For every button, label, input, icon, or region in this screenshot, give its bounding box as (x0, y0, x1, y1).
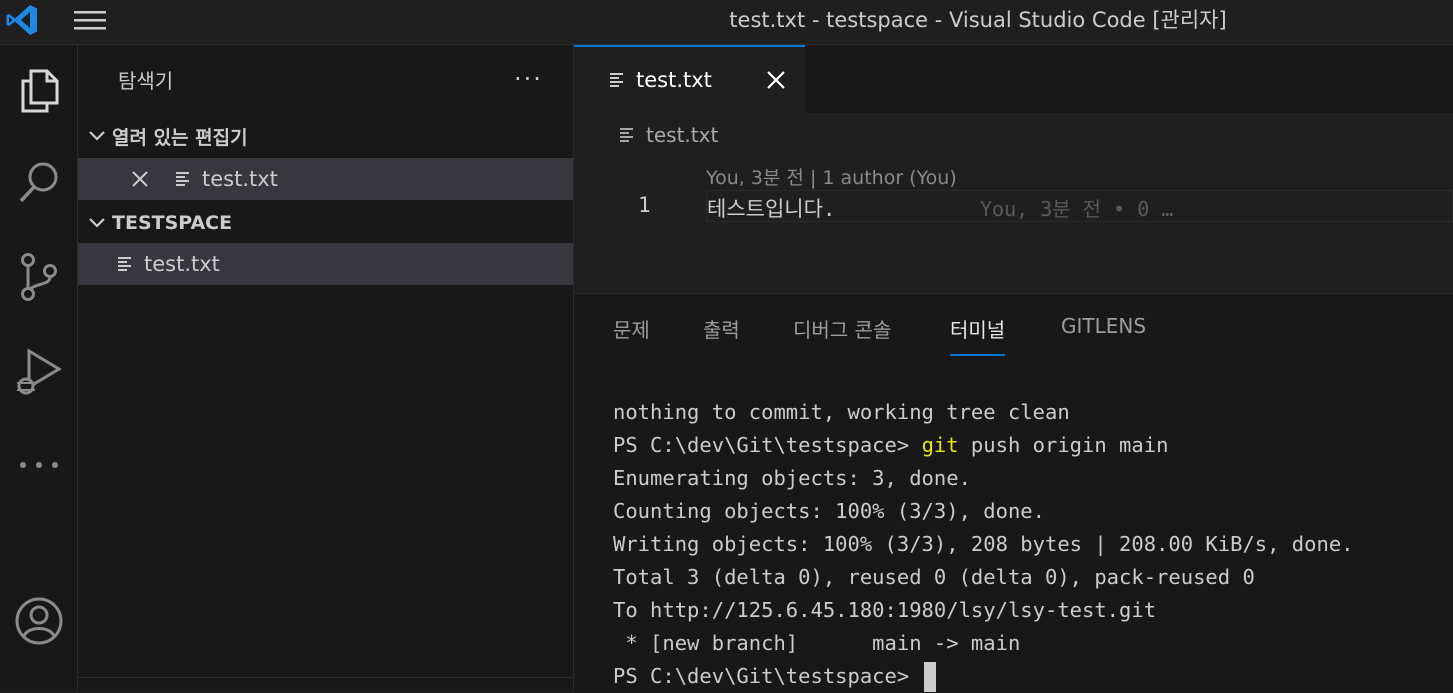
text-file-icon (118, 257, 131, 271)
run-debug-icon (16, 348, 62, 395)
tab-terminal[interactable]: 터미널 (950, 314, 1006, 356)
tab-label: test.txt (636, 68, 712, 92)
section-open-editors-label: 열려 있는 편집기 (112, 126, 248, 149)
source-control-icon (20, 253, 57, 301)
sidebar-divider (78, 677, 573, 678)
section-workspace[interactable]: TESTSPACE (78, 205, 573, 241)
chevron-down-icon (82, 205, 112, 241)
gitlens-codelens[interactable]: You, 3분 전 | 1 author (You) (706, 163, 957, 190)
terminal-cursor (923, 662, 936, 692)
bottom-panel: 문제 출력 디버그 콘솔 터미널 GITLENS nothing to comm… (574, 293, 1453, 692)
editor-group: test.txt test.txt You, 3분 전 | 1 author (… (574, 45, 1453, 293)
vscode-logo-icon (6, 5, 37, 35)
inline-blame: You, 3분 전 • 0 … (980, 197, 1174, 221)
activity-bar (0, 45, 78, 691)
activity-more[interactable] (0, 425, 77, 505)
chevron-down-icon (82, 118, 112, 154)
search-icon (19, 162, 57, 203)
tab-problems[interactable]: 문제 (613, 314, 650, 354)
terminal-input-line[interactable]: PS C:\dev\Git\testspace> (613, 660, 1453, 693)
section-workspace-label: TESTSPACE (112, 212, 233, 234)
terminal-command-args: push origin main (958, 433, 1169, 457)
line-number: 1 (638, 193, 651, 217)
text-file-icon (610, 73, 623, 87)
text-file-icon (176, 172, 189, 186)
close-icon[interactable] (765, 69, 787, 91)
text-file-icon (620, 128, 633, 142)
terminal-line: Total 3 (delta 0), reused 0 (delta 0), p… (613, 565, 1255, 589)
activity-run-debug[interactable] (0, 331, 77, 411)
code-line[interactable]: 테스트입니다. (707, 193, 836, 223)
terminal-output[interactable]: nothing to commit, working tree clean PS… (613, 396, 1453, 693)
terminal-line: To http://125.6.45.180:1980/lsy/lsy-test… (613, 598, 1157, 622)
tab-output[interactable]: 출력 (703, 314, 740, 354)
terminal-line: Writing objects: 100% (3/3), 208 bytes |… (613, 532, 1354, 556)
explorer-sidebar: 탐색기 ··· 열려 있는 편집기 test.txt TESTSPACE tes… (78, 45, 574, 691)
terminal-prompt: PS C:\dev\Git\testspace> (613, 433, 922, 457)
close-icon[interactable] (130, 169, 150, 189)
title-bar: test.txt - testspace - Visual Studio Cod… (0, 0, 1453, 45)
menu-icon[interactable] (72, 6, 108, 34)
open-editor-label: test.txt (202, 167, 278, 191)
activity-account[interactable] (0, 581, 77, 661)
terminal-line: Enumerating objects: 3, done. (613, 466, 971, 490)
terminal-line: * [new branch] main -> main (613, 631, 1021, 655)
terminal-prompt: PS C:\dev\Git\testspace> (613, 664, 922, 688)
activity-explorer[interactable] (0, 51, 77, 131)
workspace-file-item[interactable]: test.txt (78, 243, 573, 285)
terminal-line: nothing to commit, working tree clean (613, 400, 1070, 424)
terminal-prompt-line: PS C:\dev\Git\testspace> git push origin… (613, 429, 1453, 462)
activity-search[interactable] (0, 143, 77, 223)
tab-debug-console[interactable]: 디버그 콘솔 (793, 314, 891, 354)
sidebar-title: 탐색기 (118, 69, 174, 93)
tab-test-txt[interactable]: test.txt (574, 45, 805, 113)
explorer-icon (21, 69, 58, 113)
workspace-file-label: test.txt (144, 252, 220, 276)
more-icon (19, 462, 58, 468)
breadcrumb[interactable]: test.txt (618, 123, 718, 147)
terminal-line: Counting objects: 100% (3/3), done. (613, 499, 1045, 523)
breadcrumb-label: test.txt (646, 123, 719, 147)
section-open-editors[interactable]: 열려 있는 편집기 (78, 118, 573, 154)
open-editor-item[interactable]: test.txt (78, 158, 573, 200)
account-icon (15, 597, 62, 645)
sidebar-more-actions[interactable]: ··· (514, 65, 543, 93)
activity-source-control[interactable] (0, 237, 77, 317)
window-title: test.txt - testspace - Visual Studio Cod… (729, 8, 1227, 32)
editor-tabs: test.txt (574, 45, 1453, 113)
terminal-git-command: git (921, 433, 959, 457)
tab-gitlens[interactable]: GITLENS (1061, 314, 1146, 354)
